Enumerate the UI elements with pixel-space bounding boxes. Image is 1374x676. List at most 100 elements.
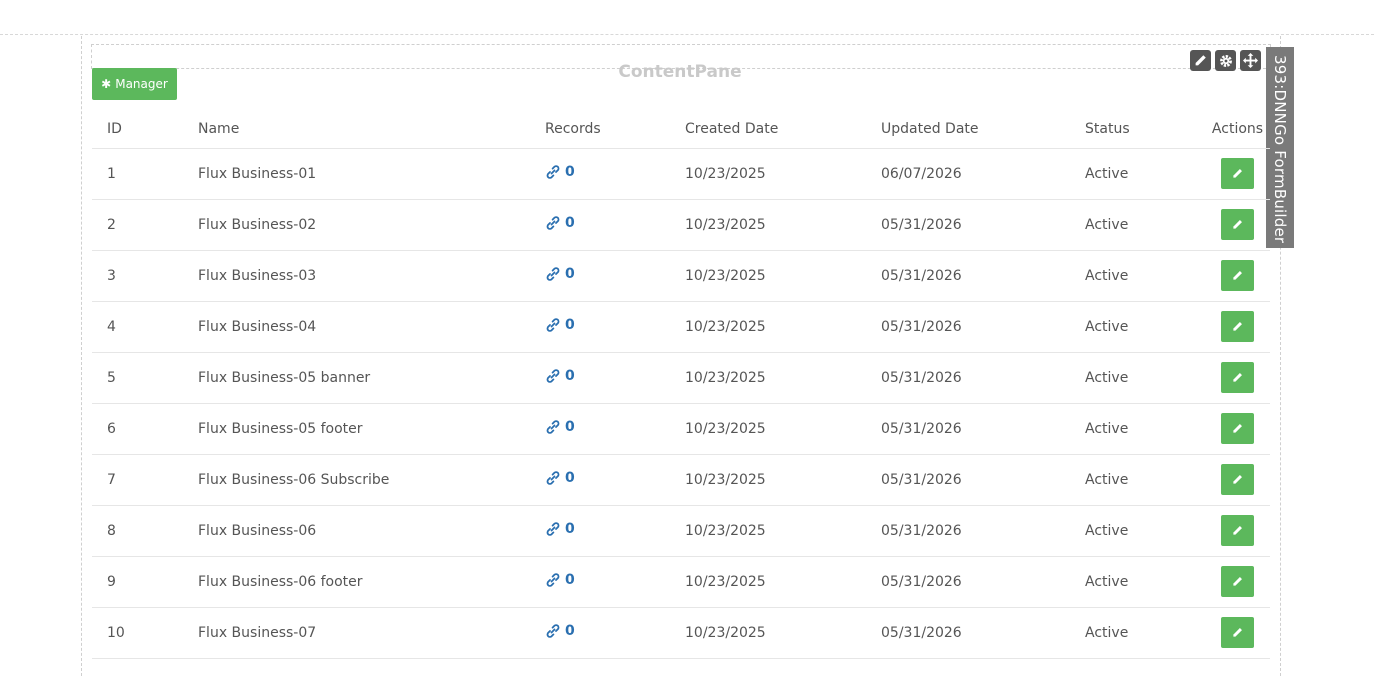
- edit-button[interactable]: [1221, 515, 1254, 546]
- records-link[interactable]: 0: [545, 215, 575, 231]
- column-header-actions: Actions: [1205, 110, 1270, 149]
- pencil-icon: [1233, 271, 1242, 280]
- cell-actions: [1205, 352, 1270, 404]
- column-header-records: Records: [545, 110, 685, 149]
- edit-button[interactable]: [1221, 158, 1254, 189]
- table-row: 10 Flux Business-07 0 10/23/2025 05/31/2026 A…: [92, 607, 1270, 659]
- cell-name: Flux Business-05 banner: [198, 352, 545, 404]
- pencil-icon[interactable]: [1190, 50, 1211, 71]
- cell-created-date: 10/23/2025: [685, 607, 881, 659]
- records-link[interactable]: 0: [545, 419, 575, 435]
- cell-status: Active: [1085, 148, 1205, 200]
- pencil-icon: [1233, 628, 1242, 637]
- link-icon: [546, 470, 560, 485]
- edit-button[interactable]: [1221, 464, 1254, 495]
- cell-records: 0: [545, 352, 685, 404]
- content-pane-title: ContentPane: [618, 62, 742, 82]
- manager-button[interactable]: ✱ Manager: [92, 68, 177, 100]
- pencil-icon: [1233, 475, 1242, 484]
- records-link[interactable]: 0: [545, 470, 575, 486]
- link-icon: [546, 623, 560, 638]
- records-count: 0: [565, 214, 575, 231]
- cell-actions: [1205, 250, 1270, 302]
- table-row: 3 Flux Business-03 0 10/23/2025 05/31/2026 Ac…: [92, 250, 1270, 302]
- edit-button[interactable]: [1221, 209, 1254, 240]
- records-link[interactable]: 0: [545, 572, 575, 588]
- cell-status: Active: [1085, 607, 1205, 659]
- table-header-row: ID Name Records Created Date Updated Dat…: [92, 110, 1270, 149]
- cell-updated-date: 06/07/2026: [881, 148, 1085, 200]
- link-icon: [546, 419, 560, 434]
- cell-actions: [1205, 505, 1270, 557]
- column-header-status: Status: [1085, 110, 1205, 149]
- pencil-icon: [1233, 577, 1242, 586]
- cell-name: Flux Business-02: [198, 199, 545, 251]
- move-icon[interactable]: [1240, 50, 1261, 71]
- cell-updated-date: 05/31/2026: [881, 505, 1085, 557]
- records-count: 0: [565, 265, 575, 282]
- cell-updated-date: 05/31/2026: [881, 556, 1085, 608]
- cell-name: Flux Business-06: [198, 505, 545, 557]
- cell-status: Active: [1085, 352, 1205, 404]
- cell-updated-date: 05/31/2026: [881, 301, 1085, 353]
- edit-button[interactable]: [1221, 413, 1254, 444]
- cell-id: 9: [92, 556, 198, 608]
- records-link[interactable]: 0: [545, 164, 575, 180]
- cell-actions: [1205, 148, 1270, 200]
- records-link[interactable]: 0: [545, 368, 575, 384]
- gear-icon[interactable]: [1215, 50, 1236, 71]
- pencil-icon: [1233, 373, 1242, 382]
- cell-id: 7: [92, 454, 198, 506]
- cell-id: 4: [92, 301, 198, 353]
- cell-name: Flux Business-06 footer: [198, 556, 545, 608]
- records-count: 0: [565, 622, 575, 639]
- cell-created-date: 10/23/2025: [685, 148, 881, 200]
- records-count: 0: [565, 163, 575, 180]
- cell-actions: [1205, 403, 1270, 455]
- cell-created-date: 10/23/2025: [685, 505, 881, 557]
- link-icon: [546, 164, 560, 179]
- records-link[interactable]: 0: [545, 521, 575, 537]
- edit-button[interactable]: [1221, 617, 1254, 648]
- records-link[interactable]: 0: [545, 266, 575, 282]
- cell-created-date: 10/23/2025: [685, 250, 881, 302]
- link-icon: [546, 215, 560, 230]
- cell-name: Flux Business-07: [198, 607, 545, 659]
- cell-records: 0: [545, 403, 685, 455]
- cell-status: Active: [1085, 556, 1205, 608]
- table-row: 5 Flux Business-05 banner 0 10/23/2025 05/31…: [92, 352, 1270, 404]
- edit-button[interactable]: [1221, 362, 1254, 393]
- link-icon: [546, 317, 560, 332]
- table-row: 6 Flux Business-05 footer 0 10/23/2025 05/31…: [92, 403, 1270, 455]
- cell-records: 0: [545, 607, 685, 659]
- cell-records: 0: [545, 250, 685, 302]
- cell-name: Flux Business-01: [198, 148, 545, 200]
- records-count: 0: [565, 571, 575, 588]
- pencil-icon: [1233, 424, 1242, 433]
- edit-button[interactable]: [1221, 260, 1254, 291]
- cell-records: 0: [545, 199, 685, 251]
- cell-actions: [1205, 607, 1270, 659]
- cell-records: 0: [545, 556, 685, 608]
- cell-status: Active: [1085, 250, 1205, 302]
- link-icon: [546, 521, 560, 536]
- link-icon: [546, 266, 560, 281]
- cell-created-date: 10/23/2025: [685, 403, 881, 455]
- records-count: 0: [565, 469, 575, 486]
- cell-updated-date: 05/31/2026: [881, 352, 1085, 404]
- cell-id: 6: [92, 403, 198, 455]
- table-row: 9 Flux Business-06 footer 0 10/23/2025 05/31…: [92, 556, 1270, 608]
- edit-button[interactable]: [1221, 566, 1254, 597]
- records-link[interactable]: 0: [545, 623, 575, 639]
- cell-id: 10: [92, 607, 198, 659]
- edit-button[interactable]: [1221, 311, 1254, 342]
- column-header-created-date: Created Date: [685, 110, 881, 149]
- cell-records: 0: [545, 148, 685, 200]
- records-count: 0: [565, 520, 575, 537]
- module-title-tab[interactable]: 393:DNNGo FormBuilder: [1266, 47, 1294, 248]
- cell-created-date: 10/23/2025: [685, 301, 881, 353]
- cell-created-date: 10/23/2025: [685, 352, 881, 404]
- cell-updated-date: 05/31/2026: [881, 199, 1085, 251]
- records-link[interactable]: 0: [545, 317, 575, 333]
- cell-name: Flux Business-03: [198, 250, 545, 302]
